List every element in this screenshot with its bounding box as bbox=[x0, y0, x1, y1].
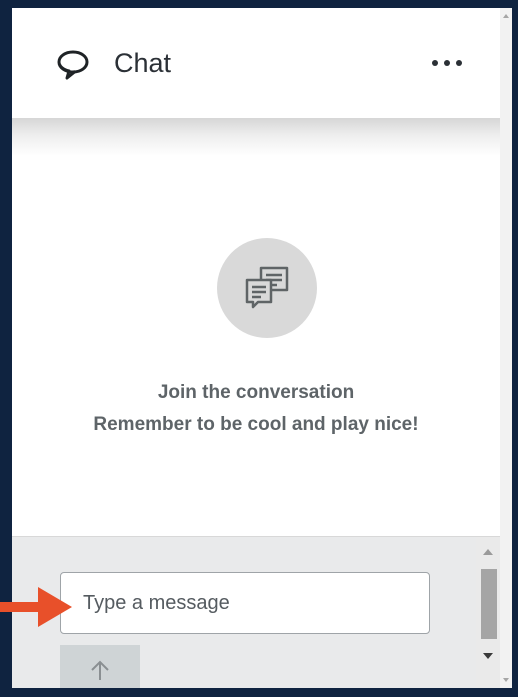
chat-header: Chat bbox=[12, 8, 500, 118]
more-options-button[interactable] bbox=[430, 58, 464, 70]
chat-panel: Chat Join the conversation Remember to b… bbox=[12, 8, 512, 688]
scroll-down-icon[interactable] bbox=[483, 653, 493, 659]
scroll-down-icon[interactable] bbox=[503, 678, 509, 682]
pointer-arrow-icon bbox=[0, 587, 72, 627]
chat-bubbles-icon bbox=[217, 238, 317, 338]
message-composer bbox=[12, 536, 500, 688]
empty-state-subtext: Remember to be cool and play nice! bbox=[93, 414, 419, 435]
scroll-up-icon[interactable] bbox=[483, 549, 493, 555]
empty-state-heading: Join the conversation bbox=[157, 382, 355, 403]
send-button[interactable] bbox=[60, 645, 140, 688]
more-horizontal-icon bbox=[432, 60, 438, 66]
arrow-up-icon bbox=[91, 660, 109, 680]
scrollbar-thumb[interactable] bbox=[481, 569, 497, 639]
message-input[interactable] bbox=[60, 572, 430, 634]
page-scrollbar[interactable] bbox=[500, 8, 512, 688]
composer-scrollbar[interactable] bbox=[476, 537, 500, 688]
empty-state: Join the conversation Remember to be coo… bbox=[12, 156, 500, 536]
speech-bubble-icon bbox=[57, 50, 89, 80]
chat-title: Chat bbox=[114, 48, 172, 78]
scroll-up-icon[interactable] bbox=[503, 14, 509, 18]
header-divider bbox=[12, 118, 500, 156]
